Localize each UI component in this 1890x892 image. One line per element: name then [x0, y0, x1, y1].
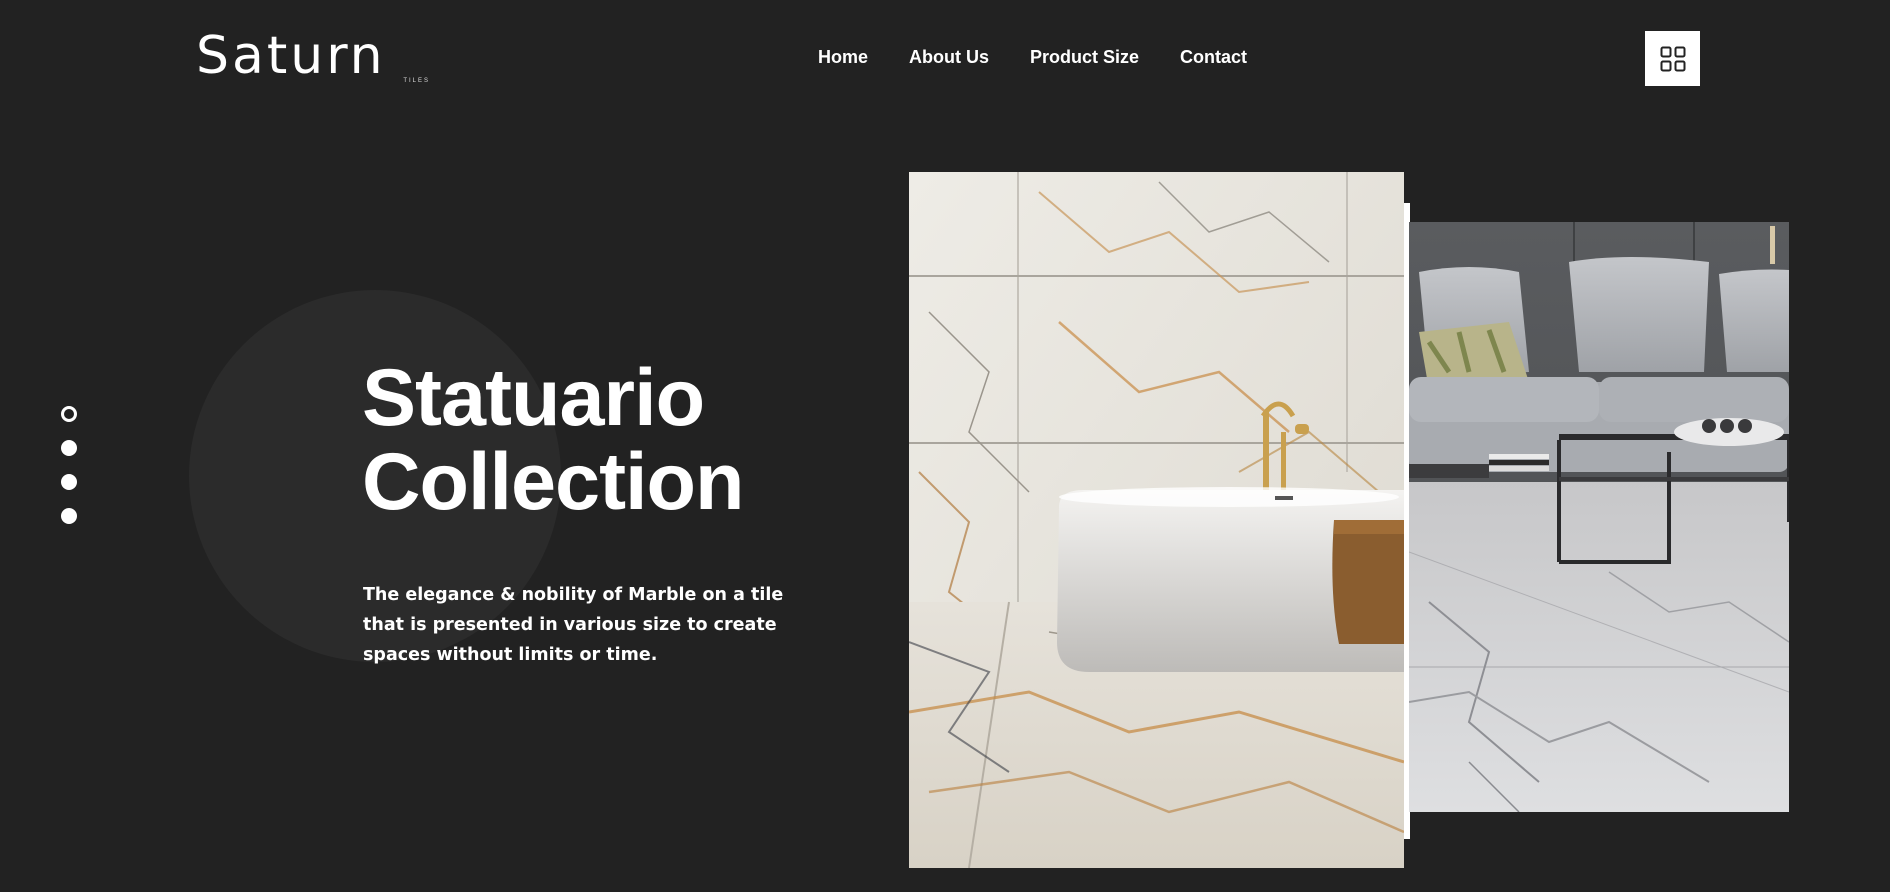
nav-about-us[interactable]: About Us: [909, 47, 989, 68]
main-nav: Home About Us Product Size Contact: [818, 47, 1288, 68]
hero-title-line2: Collection: [362, 437, 745, 527]
hero-title-line1: Statuario: [362, 353, 705, 443]
living-room-marble-image: [1409, 222, 1789, 812]
hero-description: The elegance & nobility of Marble on a t…: [363, 584, 784, 665]
slider-dot-1[interactable]: [61, 406, 77, 422]
slider-dots: [61, 406, 77, 542]
nav-contact[interactable]: Contact: [1180, 47, 1247, 68]
grid-icon: [1660, 46, 1685, 71]
slider-dot-3[interactable]: [61, 474, 77, 490]
brand-name: Saturn: [196, 26, 386, 86]
slider-dot-4[interactable]: [61, 508, 77, 524]
nav-home[interactable]: Home: [818, 47, 868, 68]
slider-dot-2[interactable]: [61, 440, 77, 456]
brand-subtitle: TILES: [403, 78, 430, 84]
hero-title: Statuario Collection: [362, 353, 745, 527]
brand-logo[interactable]: Saturn TILES: [196, 28, 432, 88]
menu-button[interactable]: [1645, 31, 1700, 86]
nav-product-size[interactable]: Product Size: [1030, 47, 1139, 68]
bathroom-marble-image: [909, 172, 1404, 868]
